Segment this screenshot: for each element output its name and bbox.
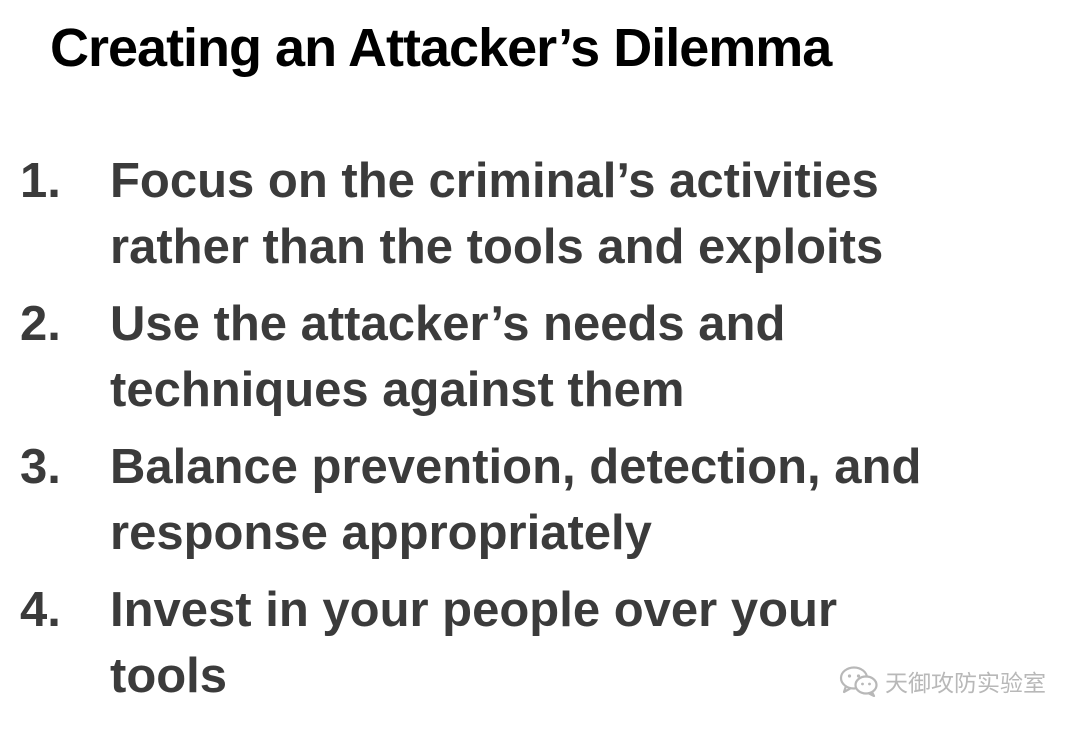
point-number: 2. xyxy=(20,297,61,351)
point-line: Focus on the criminal’s activities xyxy=(110,154,879,208)
point-item: 3. Balance prevention, detection, and re… xyxy=(20,434,1070,566)
watermark: 天御攻防实验室 xyxy=(839,664,1046,698)
point-list: 1. Focus on the criminal’s activities ra… xyxy=(20,148,1070,720)
point-line: tools xyxy=(110,649,228,703)
point-number: 1. xyxy=(20,154,61,208)
point-number: 3. xyxy=(20,440,61,494)
point-line: Use the attacker’s needs and xyxy=(110,297,786,351)
watermark-text: 天御攻防实验室 xyxy=(885,671,1046,697)
point-line: techniques against them xyxy=(110,363,685,417)
slide-title: Creating an Attacker’s Dilemma xyxy=(50,18,832,78)
point-line: Balance prevention, detection, and xyxy=(110,440,922,494)
point-text: Use the attacker’s needs and techniques … xyxy=(110,291,785,423)
wechat-icon xyxy=(839,666,878,697)
point-line: Invest in your people over your xyxy=(110,583,838,637)
point-item: 1. Focus on the criminal’s activities ra… xyxy=(20,148,1070,280)
point-text: Balance prevention, detection, and respo… xyxy=(110,434,921,566)
point-number: 4. xyxy=(20,583,61,637)
point-text: Focus on the criminal’s activities rathe… xyxy=(110,148,883,280)
point-item: 2. Use the attacker’s needs and techniqu… xyxy=(20,291,1070,423)
point-line: response appropriately xyxy=(110,506,652,560)
point-text: Invest in your people over your tools xyxy=(110,577,837,709)
point-line: rather than the tools and exploits xyxy=(110,220,884,274)
